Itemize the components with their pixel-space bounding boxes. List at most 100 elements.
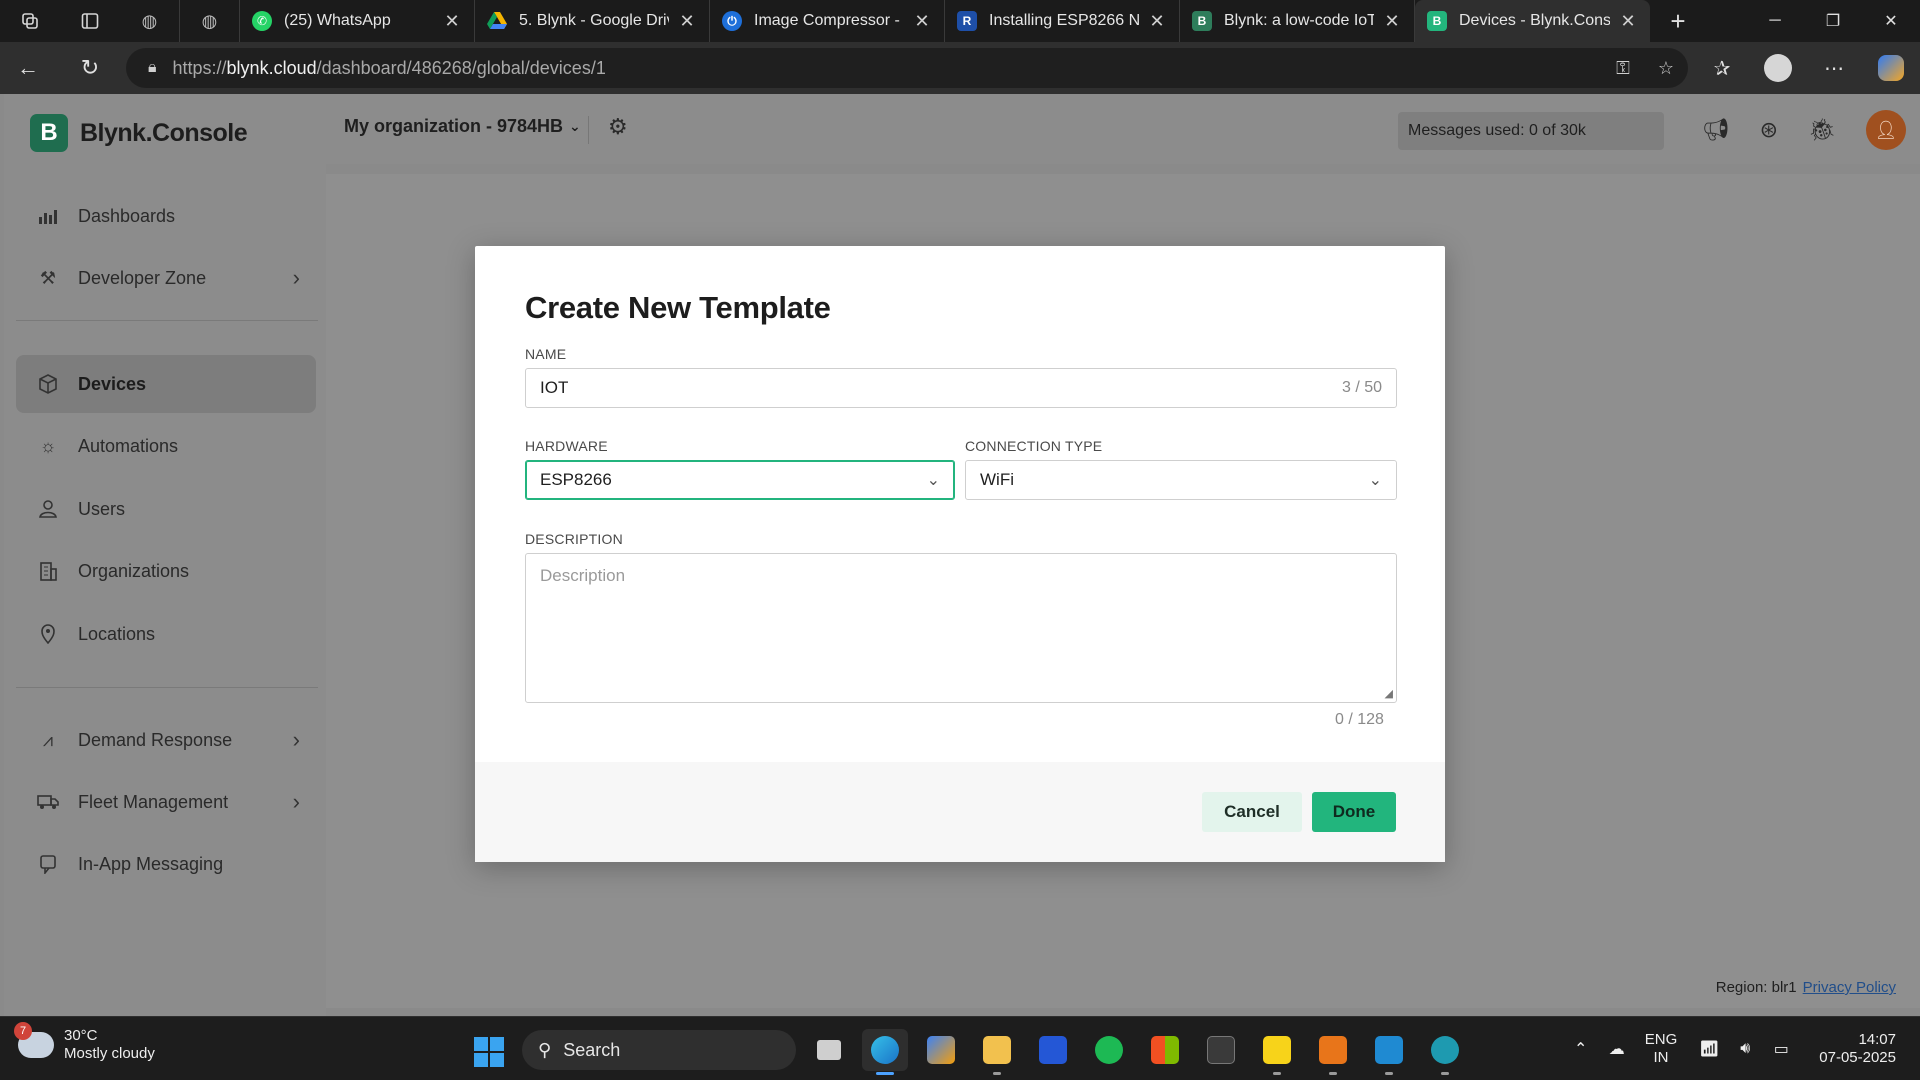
organization-name: My organization - 9784HB (344, 116, 564, 136)
privacy-policy-link[interactable]: Privacy Policy (1803, 979, 1896, 996)
app-blue-icon[interactable] (1030, 1029, 1076, 1071)
microsoft-store-icon[interactable] (1142, 1029, 1188, 1071)
organization-selector[interactable]: My organization - 9784HB ⌄ (344, 116, 581, 137)
tab-title: Devices - Blynk.Console (1459, 12, 1610, 29)
sidebar-item-automations[interactable]: ☼ Automations (16, 417, 316, 475)
close-icon[interactable]: ✕ (1382, 11, 1402, 32)
help-lifebuoy-icon[interactable]: ⊛ (1760, 117, 1778, 143)
file-explorer-icon[interactable] (974, 1029, 1020, 1075)
tab-globe-2[interactable]: ◍ (180, 0, 240, 42)
star-icon[interactable]: ☆ (1658, 58, 1674, 79)
sidebar-item-users[interactable]: Users (16, 480, 316, 538)
tab-title: Image Compressor - Co (754, 12, 904, 29)
brand[interactable]: B Blynk.Console (30, 114, 248, 152)
clock-time: 14:07 (1858, 1031, 1896, 1048)
sidebar-item-label: Users (78, 498, 126, 519)
taskbar-search[interactable]: ⚲ Search (522, 1030, 796, 1070)
description-placeholder: Description (540, 566, 626, 585)
settings-gear-icon[interactable]: ⚙ (608, 114, 628, 140)
volume-icon[interactable]: 🔊︎ (1727, 1040, 1763, 1058)
done-button[interactable]: Done (1312, 792, 1396, 832)
dialog-footer: Cancel Done (475, 762, 1445, 862)
sidebar-item-in-app-messaging[interactable]: In-App Messaging (16, 835, 316, 893)
tab-whatsapp[interactable]: ✆ (25) WhatsApp ✕ (240, 0, 475, 42)
name-value: IOT (540, 378, 569, 397)
name-input[interactable]: IOT 3 / 50 (525, 368, 1397, 408)
divider (588, 116, 589, 144)
copilot-app-icon[interactable] (918, 1029, 964, 1071)
arduino-icon[interactable] (1422, 1029, 1468, 1075)
connection-type-select[interactable]: WiFi ⌄ (965, 460, 1397, 500)
profile-icon[interactable] (1764, 54, 1792, 82)
close-icon[interactable]: ✕ (1618, 11, 1638, 32)
key-icon[interactable]: ⚿ (1616, 58, 1630, 79)
battery-icon[interactable]: ▭ (1763, 1039, 1799, 1059)
description-textarea[interactable]: Description ◢ (525, 553, 1397, 703)
lang-line2: IN (1653, 1049, 1669, 1066)
close-icon[interactable]: ✕ (1147, 11, 1167, 32)
cancel-button[interactable]: Cancel (1202, 792, 1302, 832)
sidebar-item-fleet-management[interactable]: Fleet Management › (16, 773, 316, 831)
tab-image-compressor[interactable]: ⏻ Image Compressor - Co ✕ (710, 0, 945, 42)
task-view-icon[interactable] (806, 1029, 852, 1071)
edge-icon[interactable] (862, 1029, 908, 1075)
resize-handle-icon[interactable]: ◢ (1385, 687, 1393, 700)
footer-region: Region: blr1 Privacy Policy (1716, 979, 1896, 996)
tab-globe-1[interactable]: ◍ (120, 0, 180, 42)
sidebar-item-locations[interactable]: Locations (16, 605, 316, 663)
favorites-icon[interactable]: ✰ (1694, 56, 1750, 81)
sidebar-item-organizations[interactable]: Organizations (16, 542, 316, 600)
user-avatar[interactable]: 👤︎ (1866, 110, 1906, 150)
sidebar-item-devices[interactable]: Devices (16, 355, 316, 413)
weather-widget[interactable]: 7 30°C Mostly cloudy (14, 1022, 155, 1063)
sidebar-item-label: Dashboards (78, 205, 176, 226)
chevron-down-icon: ⌄ (569, 118, 581, 134)
bug-icon[interactable]: 🐞︎ (1808, 117, 1836, 143)
workspaces-icon[interactable] (0, 0, 60, 42)
new-tab-button[interactable]: + (1650, 0, 1706, 42)
tab-installing-esp8266[interactable]: R Installing ESP8266 Node ✕ (945, 0, 1180, 42)
windows-taskbar: 7 30°C Mostly cloudy ⚲ Search ⌃ ☁ ENG IN… (0, 1016, 1920, 1080)
spotify-icon[interactable] (1086, 1029, 1132, 1071)
sticky-notes-icon[interactable] (1254, 1029, 1300, 1075)
sidebar-item-label: Automations (78, 435, 179, 456)
close-icon[interactable]: ✕ (677, 11, 697, 32)
url-field[interactable]: 🔒︎ https://blynk.cloud/dashboard/486268/… (126, 48, 1688, 88)
minimize-icon[interactable]: ─ (1746, 0, 1804, 42)
truck-icon (36, 790, 60, 814)
megaphone-icon[interactable]: 📢︎ (1702, 117, 1730, 143)
copilot-icon[interactable] (1878, 55, 1904, 81)
blynk-icon: B (1192, 11, 1212, 31)
notification-badge: 7 (14, 1022, 32, 1040)
sidebar-item-label: In-App Messaging (78, 853, 224, 874)
language-indicator[interactable]: ENG IN (1645, 1031, 1678, 1067)
terminal-icon[interactable] (1198, 1029, 1244, 1071)
sidebar-item-developer-zone[interactable]: ⚒ Developer Zone › (16, 249, 316, 307)
sidebar-item-dashboards[interactable]: Dashboards (16, 187, 316, 245)
onedrive-icon[interactable]: ☁ (1599, 1039, 1635, 1059)
reload-button[interactable]: ↻ (62, 42, 118, 94)
close-icon[interactable]: ✕ (442, 11, 462, 32)
clock[interactable]: 14:07 07-05-2025 (1819, 1031, 1896, 1067)
r-letter-icon: R (957, 11, 977, 31)
fritzing-icon[interactable] (1310, 1029, 1356, 1075)
tab-blynk-lowcode[interactable]: B Blynk: a low-code IoT sc ✕ (1180, 0, 1415, 42)
lang-line1: ENG (1644, 1031, 1678, 1048)
hardware-select[interactable]: ESP8266 ⌄ (525, 460, 955, 500)
close-icon[interactable]: ✕ (912, 11, 932, 32)
vertical-tabs-icon[interactable] (60, 0, 120, 42)
arrow-left-icon: ← (17, 55, 39, 80)
app-header: My organization - 9784HB ⌄ ⚙ Messages us… (326, 94, 1920, 164)
more-icon[interactable]: ⋯ (1806, 56, 1862, 81)
windows-start-icon[interactable] (474, 1037, 504, 1067)
divider (16, 687, 318, 688)
restore-icon[interactable]: ❐ (1804, 0, 1862, 42)
window-close-icon[interactable]: ✕ (1862, 0, 1920, 42)
tab-devices-blynk-console[interactable]: B Devices - Blynk.Console ✕ (1415, 0, 1650, 42)
back-button[interactable]: ← (0, 42, 56, 94)
wifi-icon[interactable]: 📶︎ (1691, 1039, 1727, 1059)
chevron-up-icon[interactable]: ⌃ (1563, 1039, 1599, 1059)
tab-google-drive[interactable]: 5. Blynk - Google Drive ✕ (475, 0, 710, 42)
vscode-icon[interactable] (1366, 1029, 1412, 1075)
sidebar-item-demand-response[interactable]: ⩘ Demand Response › (16, 711, 316, 769)
